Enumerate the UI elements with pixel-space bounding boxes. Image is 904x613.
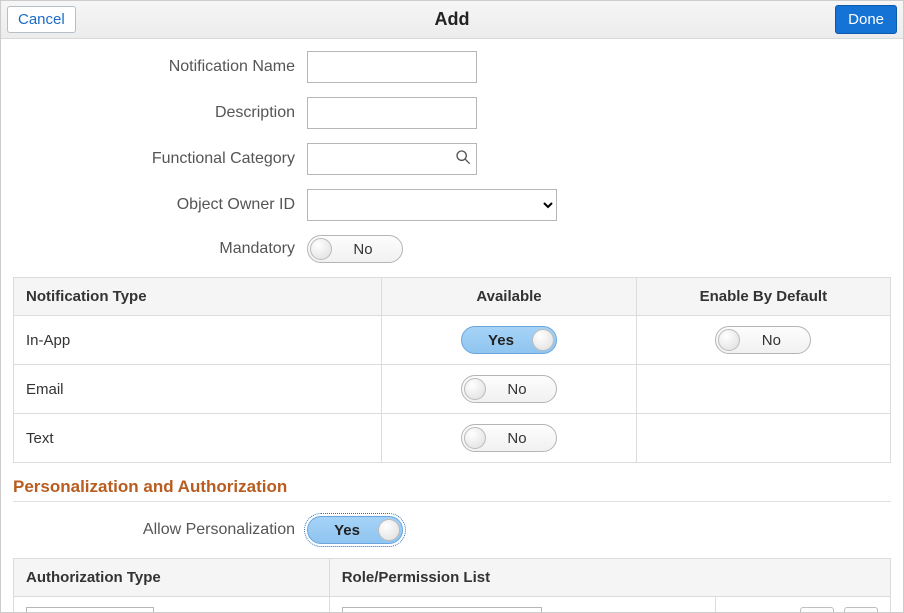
toggle-knob xyxy=(310,238,332,260)
object-owner-id-select[interactable] xyxy=(307,189,557,221)
available-toggle-email[interactable]: No xyxy=(461,375,557,403)
col-enable: Enable By Default xyxy=(636,278,890,316)
search-icon[interactable] xyxy=(455,149,471,169)
col-type: Notification Type xyxy=(14,278,382,316)
notification-name-input[interactable] xyxy=(307,51,477,83)
done-button[interactable]: Done xyxy=(835,5,897,34)
table-row: Text No xyxy=(14,414,891,463)
description-input[interactable] xyxy=(307,97,477,129)
description-label: Description xyxy=(13,104,307,122)
allow-personalization-label: Allow Personalization xyxy=(13,521,307,539)
toggle-knob xyxy=(464,427,486,449)
plus-icon: + xyxy=(811,612,823,613)
toggle-label: No xyxy=(746,332,781,349)
notification-type-table: Notification Type Available Enable By De… xyxy=(13,277,891,463)
toggle-knob xyxy=(718,329,740,351)
allow-personalization-toggle[interactable]: Yes xyxy=(307,516,403,544)
mandatory-toggle[interactable]: No xyxy=(307,235,403,263)
mandatory-label: Mandatory xyxy=(13,240,307,258)
functional-category-input[interactable] xyxy=(307,143,477,175)
cancel-button[interactable]: Cancel xyxy=(7,6,76,33)
mandatory-toggle-label: No xyxy=(337,241,372,258)
authorization-table: Authorization Type Role/Permission List … xyxy=(13,558,891,612)
section-heading-personalization: Personalization and Authorization xyxy=(13,477,891,502)
minus-icon: − xyxy=(855,612,867,613)
toggle-label: Yes xyxy=(334,522,376,539)
table-row: Email No xyxy=(14,365,891,414)
toggle-label: Yes xyxy=(488,332,530,349)
toggle-knob xyxy=(532,329,554,351)
auth-type-select[interactable]: Role Name xyxy=(26,607,154,612)
toggle-label: No xyxy=(491,381,526,398)
add-row-button[interactable]: + xyxy=(800,607,834,612)
table-row: Role Name + xyxy=(14,597,891,613)
col-auth-type: Authorization Type xyxy=(14,559,330,597)
cell-type: In-App xyxy=(14,316,382,365)
table-row: In-App Yes No xyxy=(14,316,891,365)
toggle-knob xyxy=(464,378,486,400)
object-owner-id-label: Object Owner ID xyxy=(13,196,307,214)
cell-type: Email xyxy=(14,365,382,414)
toggle-label: No xyxy=(491,430,526,447)
available-toggle-inapp[interactable]: Yes xyxy=(461,326,557,354)
remove-row-button[interactable]: − xyxy=(844,607,878,612)
toggle-knob xyxy=(378,519,400,541)
role-permission-input[interactable] xyxy=(342,607,542,612)
notification-name-label: Notification Name xyxy=(13,58,307,76)
page-title: Add xyxy=(1,9,903,30)
col-role: Role/Permission List xyxy=(329,559,890,597)
col-available: Available xyxy=(382,278,636,316)
cell-type: Text xyxy=(14,414,382,463)
functional-category-label: Functional Category xyxy=(13,150,307,168)
enable-toggle-inapp[interactable]: No xyxy=(715,326,811,354)
available-toggle-text[interactable]: No xyxy=(461,424,557,452)
